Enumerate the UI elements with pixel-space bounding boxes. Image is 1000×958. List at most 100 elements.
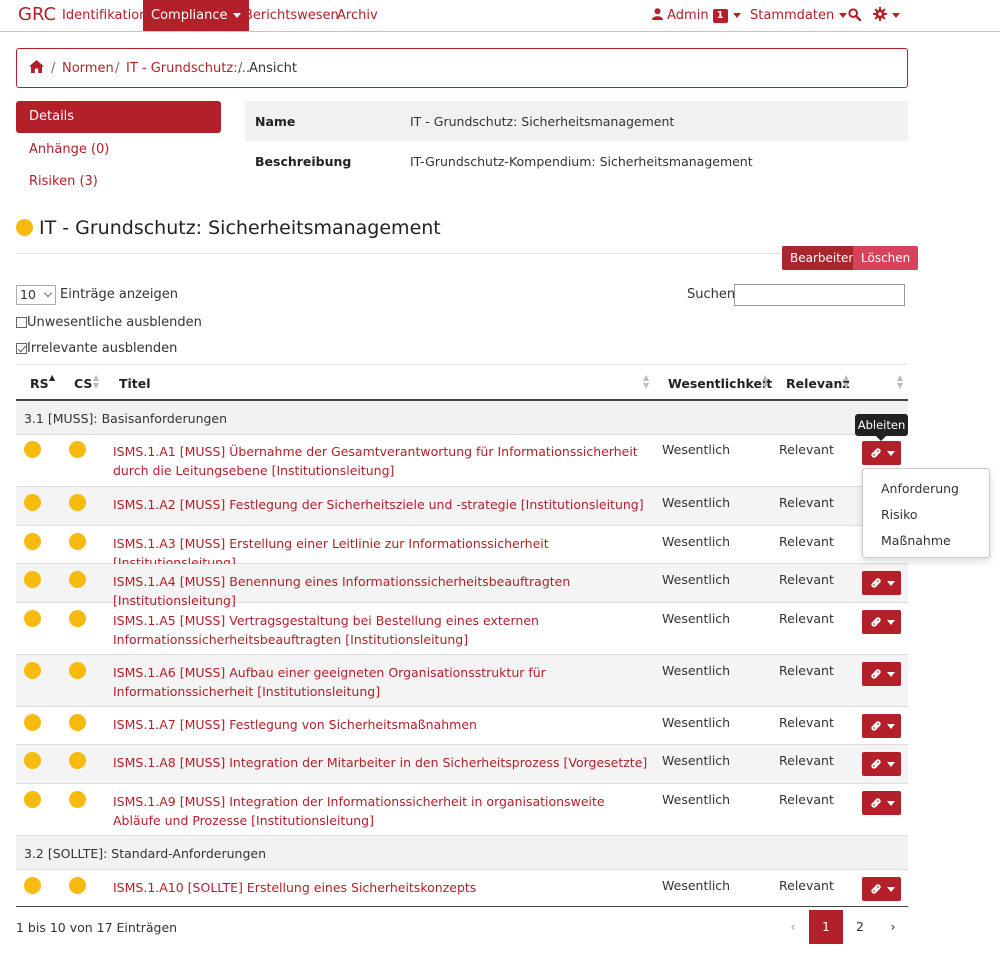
ableiten-button[interactable] (862, 571, 901, 595)
requirement-link[interactable]: ISMS.1.A10 [SOLLTE] Erstellung eines Sic… (113, 878, 648, 897)
relevanz-value: Relevant (779, 495, 834, 510)
cs-status-icon (69, 877, 86, 894)
beschreibung-value: IT-Grundschutz-Kompendium: Sicherheitsma… (410, 154, 753, 169)
breadcrumb-separator: / (115, 61, 120, 76)
hide-unessential-label[interactable]: Unwesentliche ausblenden (27, 315, 202, 330)
requirement-link[interactable]: ISMS.1.A5 [MUSS] Vertragsgestaltung bei … (113, 611, 648, 649)
link-icon (871, 448, 881, 458)
stammdaten-menu[interactable]: Stammdaten (750, 0, 848, 31)
hide-irrelevant-label[interactable]: Irrelevante ausblenden (27, 341, 177, 356)
chevron-down-icon (887, 762, 895, 767)
menu-item-risiko[interactable]: Risiko (881, 507, 918, 522)
pagination-page-2[interactable]: 2 (843, 910, 877, 944)
chevron-down-icon (887, 724, 895, 729)
ableiten-dropdown-menu: Anforderung Risiko Maßnahme (862, 468, 990, 558)
ableiten-button[interactable] (862, 662, 901, 686)
rs-status-icon (24, 494, 41, 511)
ableiten-button[interactable] (862, 441, 901, 465)
home-link[interactable] (29, 60, 44, 77)
requirement-link[interactable]: ISMS.1.A2 [MUSS] Festlegung der Sicherhe… (113, 495, 648, 514)
delete-button[interactable]: Löschen (853, 246, 919, 270)
cs-status-icon (69, 610, 86, 627)
col-header-cs[interactable]: CS (74, 376, 92, 391)
edit-button[interactable]: Bearbeiten (782, 246, 864, 270)
rs-status-icon (24, 877, 41, 894)
link-icon (871, 669, 881, 679)
requirement-link[interactable]: ISMS.1.A1 [MUSS] Übernahme der Gesamtver… (113, 442, 648, 480)
cs-status-icon (69, 791, 86, 808)
tab-risiken[interactable]: Risiken (3) (16, 166, 221, 198)
breadcrumb-grundschutz[interactable]: IT - Grundschutz:... (126, 61, 250, 76)
chevron-down-icon (887, 672, 895, 677)
ableiten-button[interactable] (862, 791, 901, 815)
breadcrumb: / Normen / IT - Grundschutz:... / Ansich… (16, 48, 908, 88)
requirement-link[interactable]: ISMS.1.A9 [MUSS] Integration der Informa… (113, 792, 648, 830)
pagination-next[interactable]: › (876, 910, 910, 944)
table-row: ISMS.1.A7 [MUSS] Festlegung von Sicherhe… (16, 707, 908, 745)
stammdaten-label: Stammdaten (750, 8, 835, 23)
tab-details[interactable]: Details (16, 101, 221, 133)
relevanz-value: Relevant (779, 534, 834, 549)
hide-irrelevant-checkbox[interactable] (16, 343, 27, 354)
menu-item-massnahme[interactable]: Maßnahme (881, 533, 951, 548)
wesentlichkeit-value: Wesentlich (662, 442, 731, 457)
chevron-down-icon (887, 887, 895, 892)
search-input[interactable] (734, 284, 905, 306)
page-title: IT - Grundschutz: Sicherheitsmanagement (16, 217, 441, 239)
settings-menu[interactable] (873, 0, 900, 31)
ableiten-tooltip: Ableiten (855, 414, 908, 441)
brand-logo[interactable]: GRC (18, 4, 56, 25)
col-header-relevanz[interactable]: Relevanz (786, 376, 850, 391)
rs-status-icon (24, 791, 41, 808)
link-icon (871, 884, 881, 894)
breadcrumb-separator: / (51, 61, 56, 76)
link-icon (871, 798, 881, 808)
sort-icon[interactable]: ▲ ▼ (843, 374, 849, 390)
hide-unessential-checkbox[interactable] (16, 317, 27, 328)
requirement-link[interactable]: ISMS.1.A8 [MUSS] Integration der Mitarbe… (113, 753, 648, 772)
sort-icon[interactable]: ▲ (49, 374, 55, 382)
requirement-link[interactable]: ISMS.1.A6 [MUSS] Aufbau einer geeigneten… (113, 663, 648, 701)
cs-status-icon (69, 662, 86, 679)
page-size-select[interactable]: 10 (16, 285, 56, 305)
pagination-prev[interactable]: ‹ (776, 910, 810, 944)
nav-compliance[interactable]: Compliance (143, 0, 249, 31)
rs-status-icon (24, 441, 41, 458)
pagination-page-1[interactable]: 1 (809, 910, 843, 944)
requirement-link[interactable]: ISMS.1.A7 [MUSS] Festlegung von Sicherhe… (113, 715, 648, 734)
table-row: ISMS.1.A4 [MUSS] Benennung eines Informa… (16, 564, 908, 608)
wesentlichkeit-value: Wesentlich (662, 572, 731, 587)
col-header-rs[interactable]: RS (30, 376, 49, 391)
menu-item-anforderung[interactable]: Anforderung (881, 481, 959, 496)
col-header-titel[interactable]: Titel (119, 376, 151, 391)
col-header-wesentlichkeit[interactable]: Wesentlichkeit (668, 376, 772, 391)
divider (16, 253, 908, 254)
sort-icon[interactable]: ▲ ▼ (643, 374, 649, 390)
ableiten-button[interactable] (862, 877, 901, 901)
chevron-down-icon (732, 13, 741, 18)
ableiten-button[interactable] (862, 714, 901, 738)
sort-icon[interactable]: ▲ ▼ (897, 374, 903, 390)
nav-archiv[interactable]: Archiv (337, 0, 378, 31)
nav-identifikation[interactable]: Identifikation (62, 0, 147, 31)
wesentlichkeit-value: Wesentlich (662, 495, 731, 510)
link-icon (871, 759, 881, 769)
search-button[interactable] (848, 0, 862, 31)
nav-berichtswesen[interactable]: Berichtswesen (244, 0, 339, 31)
top-navbar: GRC Identifikation Compliance Berichtswe… (0, 0, 1000, 32)
table-row: ISMS.1.A10 [SOLLTE] Erstellung eines Sic… (16, 870, 908, 907)
cs-status-icon (69, 533, 86, 550)
table-row: ISMS.1.A9 [MUSS] Integration der Informa… (16, 784, 908, 836)
breadcrumb-normen[interactable]: Normen (62, 61, 114, 76)
ableiten-button[interactable] (862, 752, 901, 776)
chevron-down-icon (887, 801, 895, 806)
sort-icon[interactable]: ▲ ▼ (762, 374, 768, 390)
group-row: 3.2 [SOLLTE]: Standard-Anforderungen (16, 836, 908, 870)
ableiten-button[interactable] (862, 610, 901, 634)
chevron-down-icon (887, 620, 895, 625)
admin-menu[interactable]: Admin 1 (652, 0, 741, 31)
relevanz-value: Relevant (779, 715, 834, 730)
sort-icon[interactable]: ▲ ▼ (93, 374, 99, 390)
tab-anhaenge[interactable]: Anhänge (0) (16, 134, 221, 166)
table-row: ISMS.1.A2 [MUSS] Festlegung der Sicherhe… (16, 487, 908, 526)
